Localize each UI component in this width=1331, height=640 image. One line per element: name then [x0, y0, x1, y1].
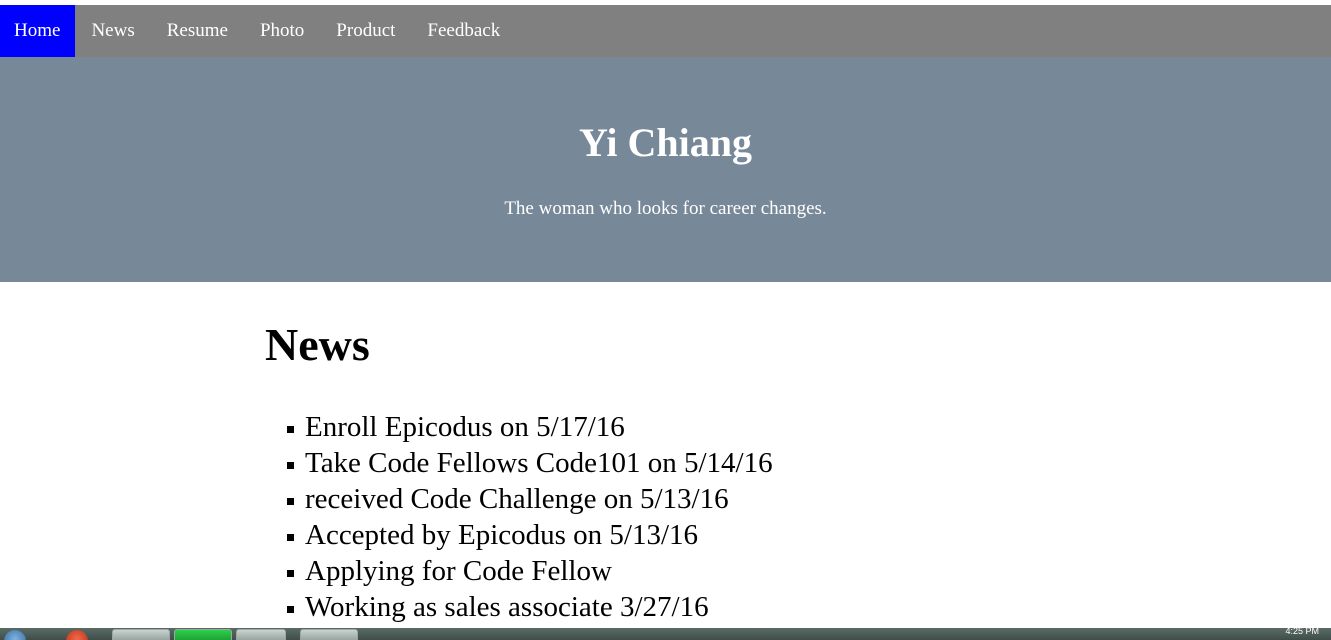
square-bullet-icon [287, 462, 294, 469]
taskbar-button-ie[interactable] [112, 629, 170, 640]
list-item-text: Working as sales associate 3/27/16 [305, 591, 709, 623]
list-item: Working as sales associate 3/27/16 [287, 589, 773, 625]
list-item-text: Accepted by Epicodus on 5/13/16 [305, 519, 699, 551]
nav-item-feedback[interactable]: Feedback [411, 5, 516, 57]
square-bullet-icon [287, 498, 294, 505]
page: Home News Resume Photo Product Feedback … [0, 0, 1331, 640]
square-bullet-icon [287, 570, 294, 577]
taskbar-clock: 4:25 PM [1285, 628, 1319, 636]
os-taskbar: 4:25 PM [0, 628, 1331, 640]
list-item: Take Code Fellows Code101 on 5/14/16 [287, 445, 773, 481]
square-bullet-icon [287, 606, 294, 613]
list-item: Enroll Epicodus on 5/17/16 [287, 409, 773, 445]
square-bullet-icon [287, 534, 294, 541]
hero-subtitle: The woman who looks for career changes. [504, 198, 827, 219]
news-heading: News [265, 319, 370, 370]
hero-banner: Yi Chiang The woman who looks for career… [0, 57, 1331, 282]
taskbar-button-folder[interactable] [236, 629, 286, 640]
list-item-text: received Code Challenge on 5/13/16 [305, 483, 729, 515]
taskbar-button-line[interactable] [174, 629, 232, 640]
list-item-text: Take Code Fellows Code101 on 5/14/16 [305, 447, 773, 479]
list-item: Accepted by Epicodus on 5/13/16 [287, 517, 773, 553]
nav-item-home[interactable]: Home [0, 5, 76, 57]
nav-item-news[interactable]: News [75, 5, 150, 57]
square-bullet-icon [287, 426, 294, 433]
top-navbar: Home News Resume Photo Product Feedback [0, 5, 1331, 57]
list-item: Applying for Code Fellow [287, 553, 773, 589]
start-button-icon[interactable] [4, 630, 26, 640]
nav-item-resume[interactable]: Resume [151, 5, 244, 57]
nav-item-product[interactable]: Product [320, 5, 411, 57]
taskbar-button-window[interactable] [300, 629, 358, 640]
list-item: received Code Challenge on 5/13/16 [287, 481, 773, 517]
hero-title: Yi Chiang [578, 120, 752, 165]
nav-item-photo[interactable]: Photo [244, 5, 320, 57]
chrome-icon[interactable] [66, 630, 88, 640]
list-item-text: Applying for Code Fellow [305, 555, 612, 587]
news-list: Enroll Epicodus on 5/17/16 Take Code Fel… [287, 409, 773, 625]
list-item-text: Enroll Epicodus on 5/17/16 [305, 411, 625, 443]
